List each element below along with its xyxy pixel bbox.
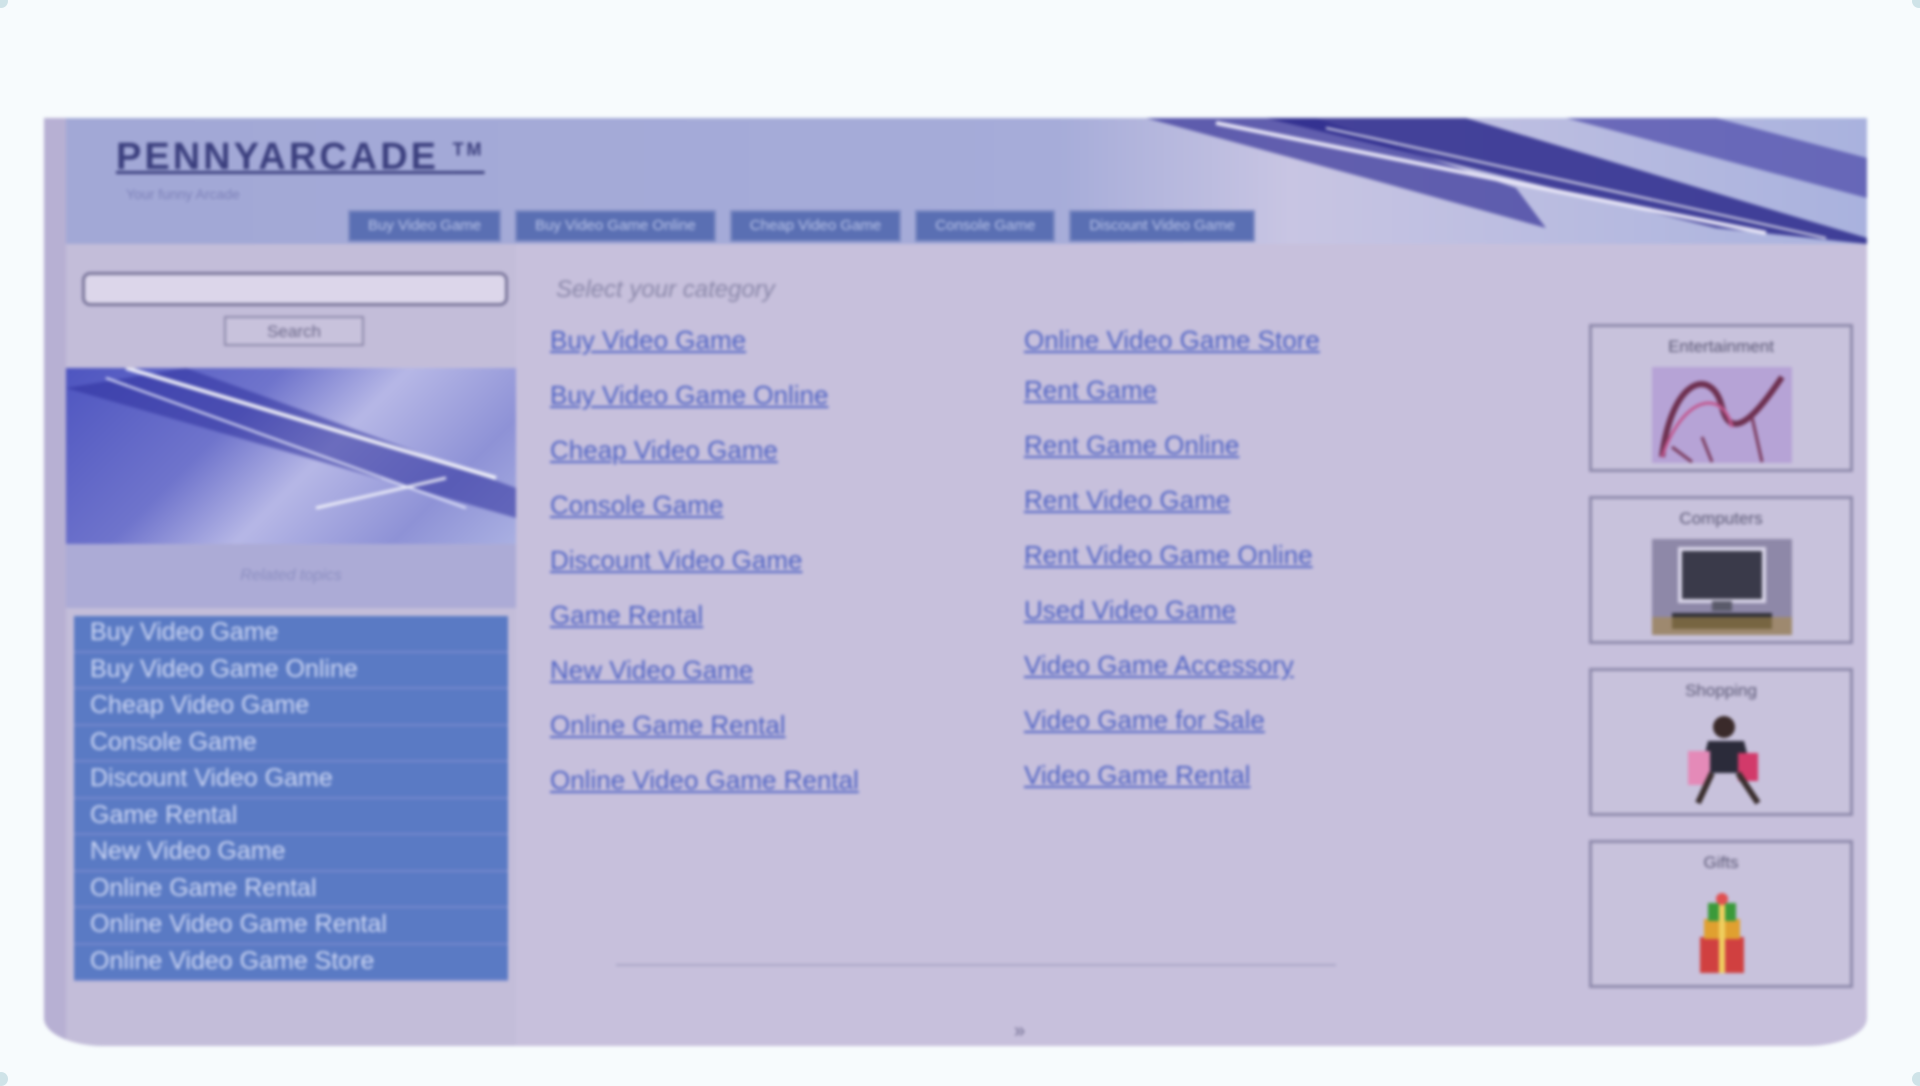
top-nav-tab[interactable]: Console Game: [915, 210, 1056, 242]
top-nav-tab[interactable]: Buy Video Game: [348, 210, 502, 242]
corner-mark: [0, 1072, 8, 1086]
sidebar-item[interactable]: Online Video Game Store: [74, 944, 508, 981]
category-link[interactable]: Buy Video Game Online: [550, 381, 970, 409]
sidebar-item[interactable]: Console Game: [74, 725, 508, 762]
computer-icon: [1652, 539, 1792, 635]
content-divider: [616, 964, 1336, 966]
box-label: Gifts: [1703, 853, 1739, 872]
category-link[interactable]: Rent Game: [1024, 376, 1504, 404]
sidebar-nav: Buy Video Game Buy Video Game Online Che…: [74, 616, 508, 981]
sidebar-item[interactable]: Discount Video Game: [74, 762, 508, 799]
footer-mark: »: [1014, 1020, 1026, 1042]
category-link[interactable]: Rent Game Online: [1024, 431, 1504, 459]
corner-mark: [1912, 1072, 1920, 1086]
site-header: PENNYARCADE TM Your funny Arcade Buy Vid…: [66, 118, 1867, 244]
corner-mark: [0, 0, 8, 8]
category-link[interactable]: Buy Video Game: [550, 326, 970, 354]
category-image-boxes: Entertainment Computers Shopping Gifts: [1589, 324, 1853, 1012]
main-content: Select your category Buy Video Game Buy …: [536, 244, 1616, 1046]
computers-box[interactable]: Computers: [1589, 496, 1853, 644]
category-link[interactable]: New Video Game: [550, 656, 970, 684]
category-link[interactable]: Online Video Game Rental: [550, 766, 910, 794]
sidebar-banner-graphic: [66, 368, 516, 544]
category-link[interactable]: Console Game: [550, 491, 970, 519]
select-category-label: Select your category: [556, 276, 775, 303]
site-tagline: Your funny Arcade: [126, 186, 240, 202]
search-button[interactable]: Search: [224, 316, 364, 346]
roller-coaster-icon: [1652, 367, 1792, 463]
category-link[interactable]: Used Video Game: [1024, 596, 1504, 624]
category-link[interactable]: Video Game Accessory: [1024, 651, 1504, 679]
box-label: Entertainment: [1668, 337, 1774, 356]
gifts-box[interactable]: Gifts: [1589, 840, 1853, 988]
top-nav-tab[interactable]: Cheap Video Game: [729, 210, 902, 242]
trademark-mark: TM: [452, 139, 485, 160]
category-link[interactable]: Online Game Rental: [550, 711, 970, 739]
sidebar-item[interactable]: Buy Video Game: [74, 616, 508, 653]
search-input[interactable]: [82, 272, 508, 306]
category-link[interactable]: Video Game for Sale: [1024, 706, 1504, 734]
left-sidebar: Search Related topics Buy Video Game Buy…: [66, 244, 516, 1046]
sidebar-item[interactable]: Buy Video Game Online: [74, 652, 508, 689]
sidebar-item[interactable]: Cheap Video Game: [74, 689, 508, 726]
category-link[interactable]: Rent Video Game Online: [1024, 541, 1504, 569]
shopping-box[interactable]: Shopping: [1589, 668, 1853, 816]
box-label: Computers: [1679, 509, 1763, 528]
top-nav-tab[interactable]: Discount Video Game: [1069, 210, 1255, 242]
gift-icon: [1700, 893, 1744, 973]
site-logo-text: PENNYARCADE: [116, 136, 439, 178]
left-edge-strip: [44, 118, 66, 1046]
category-links-column-2: Online Video Game Store Rent Game Rent G…: [1024, 326, 1504, 816]
sidebar-swoosh-graphic: [66, 368, 516, 518]
site-logo[interactable]: PENNYARCADE TM: [116, 136, 485, 179]
category-link[interactable]: Rent Video Game: [1024, 486, 1504, 514]
category-link[interactable]: Cheap Video Game: [550, 436, 970, 464]
shopper-icon: [1688, 716, 1761, 805]
web-page: PENNYARCADE TM Your funny Arcade Buy Vid…: [44, 118, 1867, 1046]
category-links-column-1: Buy Video Game Buy Video Game Online Che…: [550, 326, 970, 821]
sidebar-item[interactable]: New Video Game: [74, 835, 508, 872]
related-topics-heading: Related topics: [66, 544, 516, 608]
sidebar-item[interactable]: Game Rental: [74, 798, 508, 835]
entertainment-box[interactable]: Entertainment: [1589, 324, 1853, 472]
box-label: Shopping: [1685, 681, 1757, 700]
top-nav-tab[interactable]: Buy Video Game Online: [515, 210, 716, 242]
category-link[interactable]: Video Game Rental: [1024, 761, 1504, 789]
category-link[interactable]: Online Video Game Store: [1024, 326, 1384, 354]
category-link[interactable]: Game Rental: [550, 601, 970, 629]
corner-mark: [1912, 0, 1920, 8]
category-link[interactable]: Discount Video Game: [550, 546, 970, 574]
sidebar-item[interactable]: Online Game Rental: [74, 871, 508, 908]
sidebar-item[interactable]: Online Video Game Rental: [74, 908, 508, 945]
top-nav-tabs: Buy Video Game Buy Video Game Online Che…: [348, 210, 1255, 242]
